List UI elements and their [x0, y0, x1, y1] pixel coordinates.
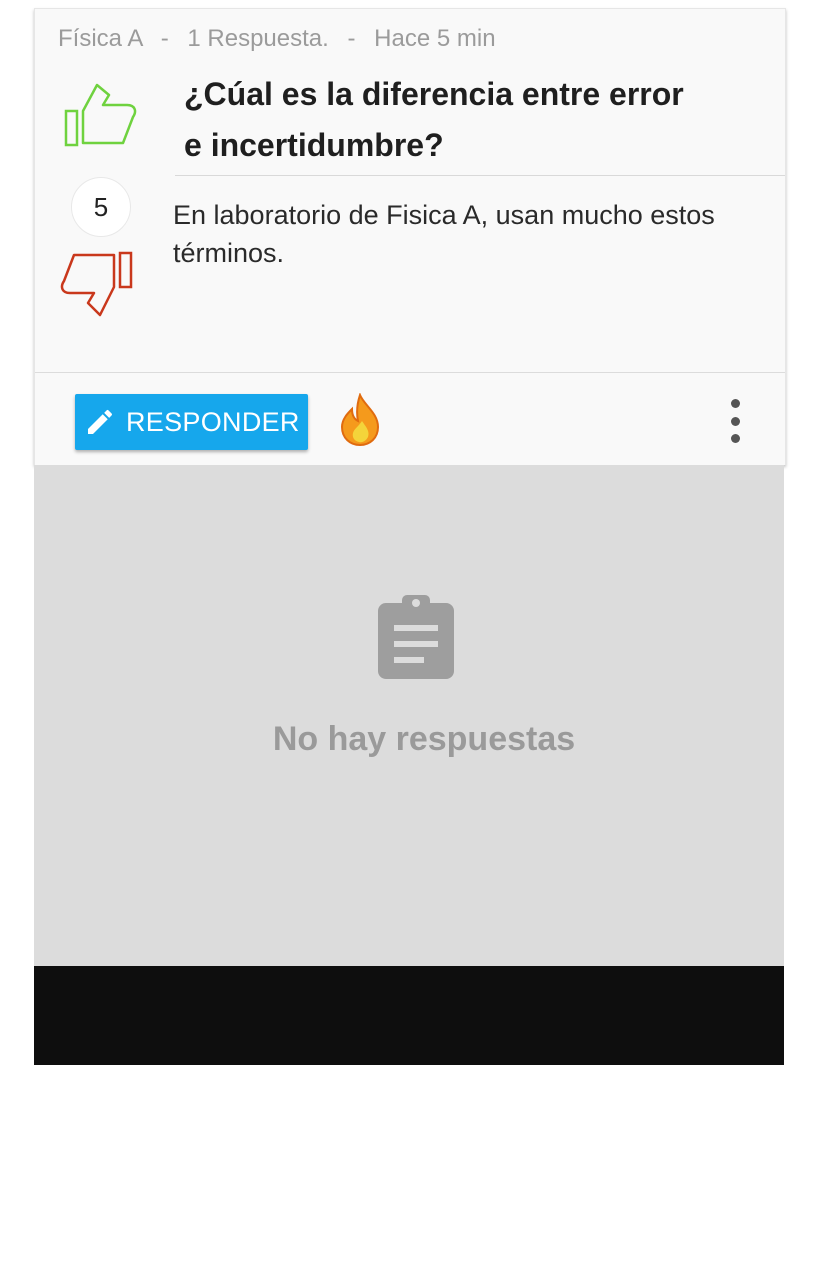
more-dot [730, 416, 740, 426]
black-bar [34, 966, 784, 1065]
thumbs-up-icon[interactable] [63, 81, 139, 153]
fire-icon [340, 393, 380, 447]
more-dot [730, 399, 740, 408]
respond-button[interactable]: RESPONDER [75, 394, 308, 450]
answers-empty-state: No hay respuestas [34, 465, 784, 966]
title-divider [175, 175, 785, 176]
time-ago: Hace 5 min [374, 25, 496, 52]
answers-count: 1 Respuesta. [187, 25, 329, 52]
pencil-icon [88, 409, 113, 434]
more-options-button[interactable] [721, 399, 749, 443]
empty-message: No hay respuestas [272, 720, 576, 758]
subject-label[interactable]: Física A [58, 25, 142, 52]
vote-score: 5 [71, 177, 131, 237]
meta-separator: - [160, 25, 169, 52]
thumbs-down-icon[interactable] [60, 249, 136, 321]
question-title: ¿Cúal es la diferencia entre error e inc… [184, 76, 684, 163]
respond-button-label: RESPONDER [126, 406, 300, 437]
actions-divider [35, 372, 785, 373]
post-meta: Física A - 1 Respuesta. - Hace 5 min [58, 25, 496, 53]
question-body: En laboratorio de Fisica A, usan mucho e… [173, 200, 715, 268]
more-dot [730, 434, 740, 443]
question-card: Física A - 1 Respuesta. - Hace 5 min 5 ¿… [34, 8, 786, 465]
clipboard-icon [378, 595, 454, 679]
meta-separator: - [347, 25, 356, 52]
